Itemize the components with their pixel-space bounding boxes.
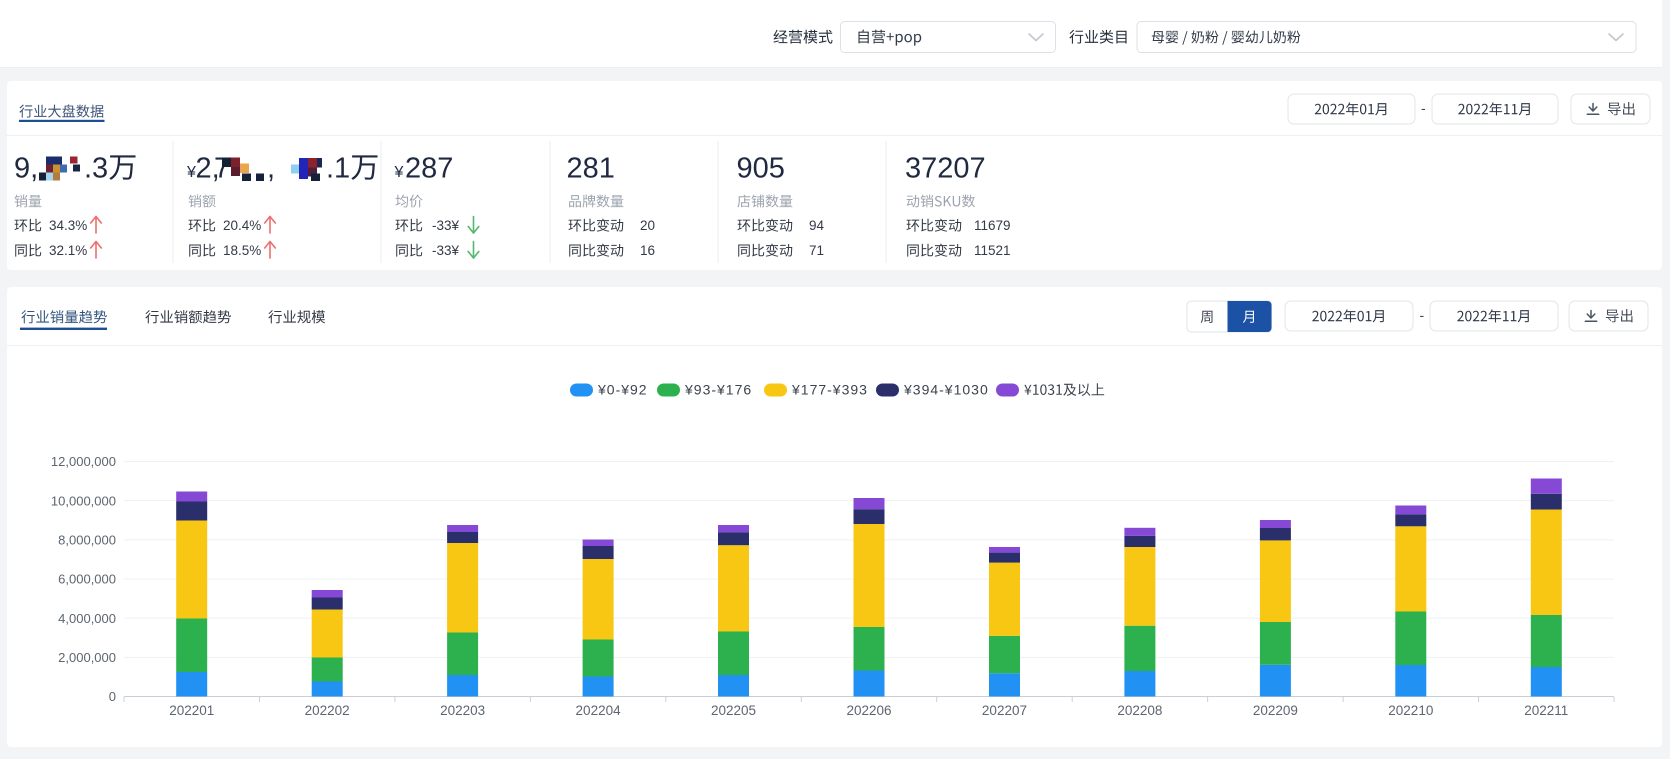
svg-text:202202: 202202 bbox=[305, 703, 350, 718]
svg-text:-: - bbox=[1420, 307, 1425, 323]
svg-text:16: 16 bbox=[640, 243, 655, 258]
svg-text:202205: 202205 bbox=[711, 703, 756, 718]
svg-text:905: 905 bbox=[737, 153, 785, 185]
svg-text:11521: 11521 bbox=[974, 243, 1011, 258]
svg-text:¥0-¥92: ¥0-¥92 bbox=[597, 382, 648, 398]
svg-text:.1: .1 bbox=[326, 153, 350, 185]
svg-text:94: 94 bbox=[809, 218, 825, 233]
svg-text:37207: 37207 bbox=[905, 153, 986, 185]
svg-text:202211: 202211 bbox=[1524, 703, 1568, 718]
svg-text:20.4%: 20.4% bbox=[223, 218, 261, 233]
svg-text:.3: .3 bbox=[84, 153, 108, 185]
svg-text:202208: 202208 bbox=[1117, 703, 1162, 718]
svg-text:71: 71 bbox=[809, 243, 824, 258]
svg-text:4,000,000: 4,000,000 bbox=[58, 611, 116, 626]
svg-text:202203: 202203 bbox=[440, 703, 485, 718]
svg-text:12,000,000: 12,000,000 bbox=[51, 454, 116, 469]
svg-text:¥93-¥176: ¥93-¥176 bbox=[684, 382, 752, 398]
svg-text:287: 287 bbox=[405, 153, 453, 185]
svg-text:¥: ¥ bbox=[394, 164, 404, 181]
svg-text:32.1%: 32.1% bbox=[49, 243, 87, 258]
svg-text:2,000,000: 2,000,000 bbox=[58, 650, 116, 665]
svg-text:,: , bbox=[267, 153, 275, 185]
svg-text:¥: ¥ bbox=[186, 164, 196, 181]
svg-text:202201: 202201 bbox=[169, 703, 214, 718]
svg-text:281: 281 bbox=[567, 153, 615, 185]
svg-text:8,000,000: 8,000,000 bbox=[58, 532, 116, 547]
svg-text:-: - bbox=[1421, 100, 1426, 116]
svg-text:6,000,000: 6,000,000 bbox=[58, 572, 116, 587]
svg-text:202210: 202210 bbox=[1388, 703, 1433, 718]
svg-text:¥177-¥393: ¥177-¥393 bbox=[791, 382, 868, 398]
svg-text:20: 20 bbox=[640, 218, 655, 233]
svg-text:202209: 202209 bbox=[1253, 703, 1298, 718]
svg-text:34.3%: 34.3% bbox=[49, 218, 87, 233]
svg-text:202204: 202204 bbox=[576, 703, 622, 718]
svg-text:10,000,000: 10,000,000 bbox=[51, 493, 116, 508]
svg-text:202207: 202207 bbox=[982, 703, 1027, 718]
svg-text:7: 7 bbox=[214, 153, 230, 185]
svg-text:0: 0 bbox=[109, 689, 116, 704]
svg-text:18.5%: 18.5% bbox=[223, 243, 261, 258]
svg-text:11679: 11679 bbox=[974, 218, 1011, 233]
svg-text:9,: 9, bbox=[14, 153, 38, 185]
svg-text:¥394-¥1030: ¥394-¥1030 bbox=[903, 382, 989, 398]
svg-text:-33¥: -33¥ bbox=[432, 243, 460, 258]
svg-text:202206: 202206 bbox=[846, 703, 891, 718]
svg-text:-33¥: -33¥ bbox=[432, 218, 460, 233]
